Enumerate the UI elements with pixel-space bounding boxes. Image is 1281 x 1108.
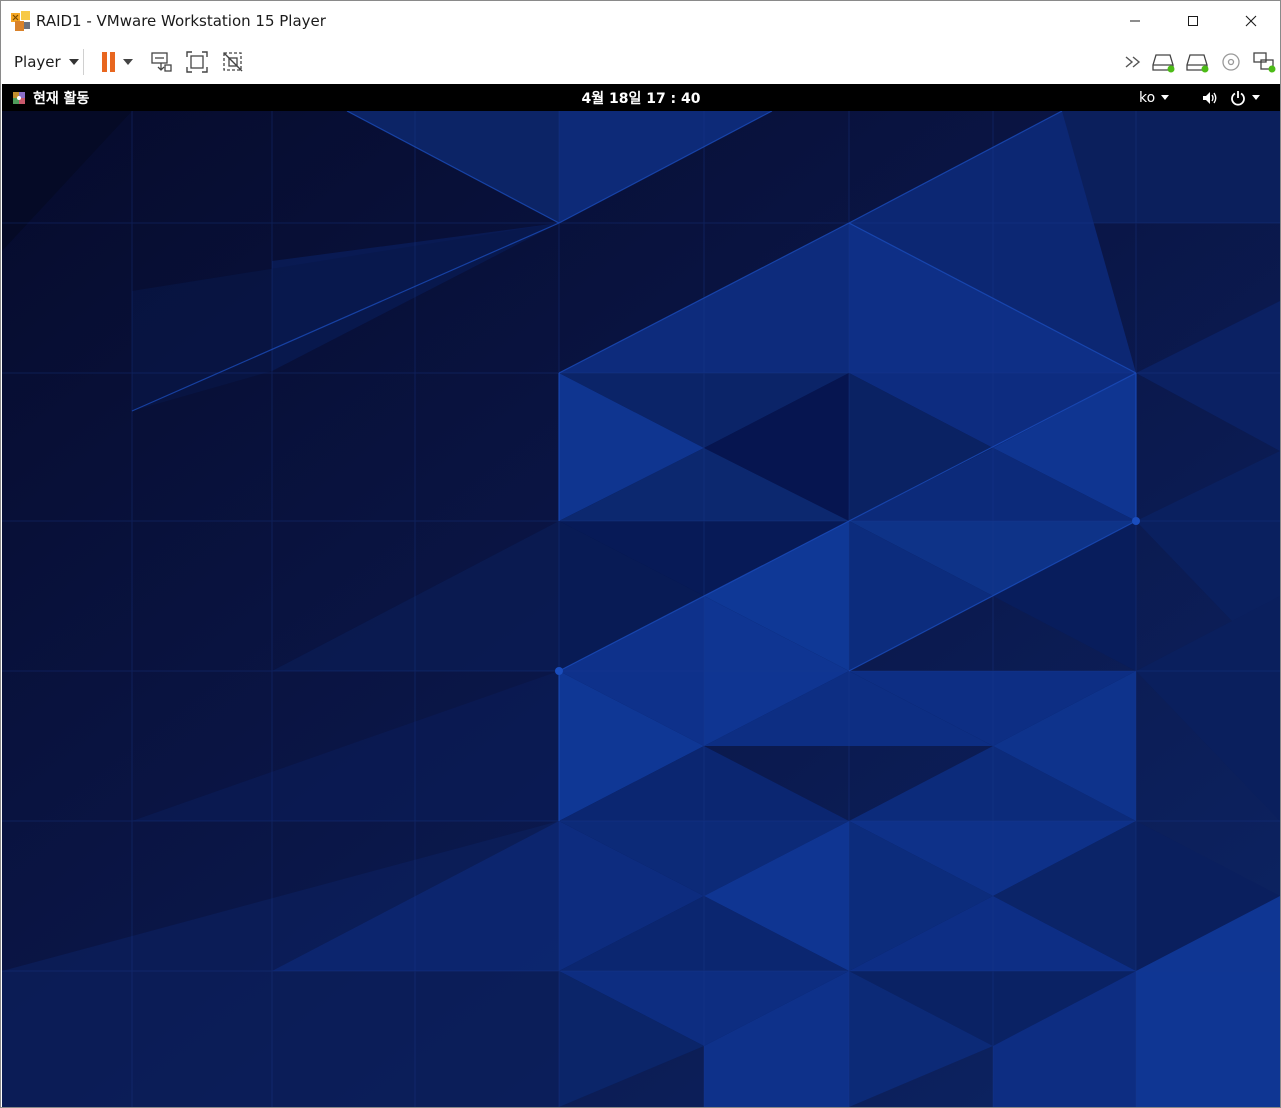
player-toolbar: Player: [1, 41, 1280, 83]
hard-disk-2-icon: [1186, 54, 1209, 73]
chevron-down-icon: [68, 59, 79, 65]
title-bar[interactable]: RAID1 - VMware Workstation 15 Player: [1, 1, 1280, 41]
volume-icon[interactable]: [1201, 89, 1219, 107]
clock-area: 4월 18일 17 : 40: [2, 84, 1280, 111]
cd-dvd-button[interactable]: [1216, 47, 1246, 77]
pause-icon: [102, 52, 115, 72]
vmware-app-icon: [11, 11, 30, 31]
language-label: ko: [1139, 89, 1156, 106]
full-screen-button[interactable]: [182, 47, 212, 77]
power-options-dropdown[interactable]: [118, 47, 138, 77]
minimize-icon: [1130, 20, 1140, 22]
activities-label: 현재 활동: [33, 90, 90, 107]
distro-logo-icon: [13, 91, 25, 104]
power-icon: [1231, 90, 1245, 106]
more-devices-icon: [1125, 56, 1141, 68]
maximize-icon: [1188, 16, 1198, 26]
player-menu-button[interactable]: Player: [8, 48, 85, 76]
send-ctrl-alt-del-icon: [151, 52, 172, 72]
player-menu-label: Player: [14, 53, 61, 71]
gnome-top-bar: 현재 활동 4월 18일 17 : 40 ko: [2, 84, 1280, 111]
cd-dvd-icon: [1222, 53, 1240, 71]
network-adapter-icon: [1253, 52, 1276, 73]
desktop-wallpaper: [2, 111, 1280, 1107]
network-adapter-button[interactable]: [1249, 47, 1279, 77]
unity-button[interactable]: [218, 47, 248, 77]
hard-disk-icon: [1152, 54, 1175, 73]
wallpaper-node: [1132, 517, 1140, 525]
system-menu[interactable]: [1230, 84, 1260, 111]
input-language-menu[interactable]: ko: [1139, 84, 1170, 111]
guest-display[interactable]: 현재 활동 4월 18일 17 : 40 ko: [2, 84, 1280, 1107]
dropdown-caret-icon: [123, 59, 133, 65]
chevron-down-icon: [1252, 95, 1260, 100]
toolbar-divider: [83, 49, 84, 75]
send-ctrl-alt-del-button[interactable]: [146, 47, 176, 77]
more-devices-button[interactable]: [1120, 47, 1150, 77]
hard-disk-button[interactable]: [1149, 47, 1179, 77]
maximize-button[interactable]: [1164, 1, 1222, 41]
clock-label[interactable]: 4월 18일 17 : 40: [581, 88, 700, 108]
activities-button[interactable]: 현재 활동: [12, 84, 89, 111]
wallpaper-node: [555, 667, 563, 675]
full-screen-icon: [186, 51, 208, 73]
chevron-down-icon: [1161, 95, 1170, 100]
window-title: RAID1 - VMware Workstation 15 Player: [36, 12, 326, 30]
minimize-button[interactable]: [1106, 1, 1164, 41]
unity-icon: [223, 52, 243, 72]
vmware-player-window: RAID1 - VMware Workstation 15 Player Pla…: [0, 0, 1281, 1108]
close-button[interactable]: [1222, 1, 1280, 41]
hard-disk-2-button[interactable]: [1183, 47, 1213, 77]
close-icon: [1245, 15, 1257, 27]
